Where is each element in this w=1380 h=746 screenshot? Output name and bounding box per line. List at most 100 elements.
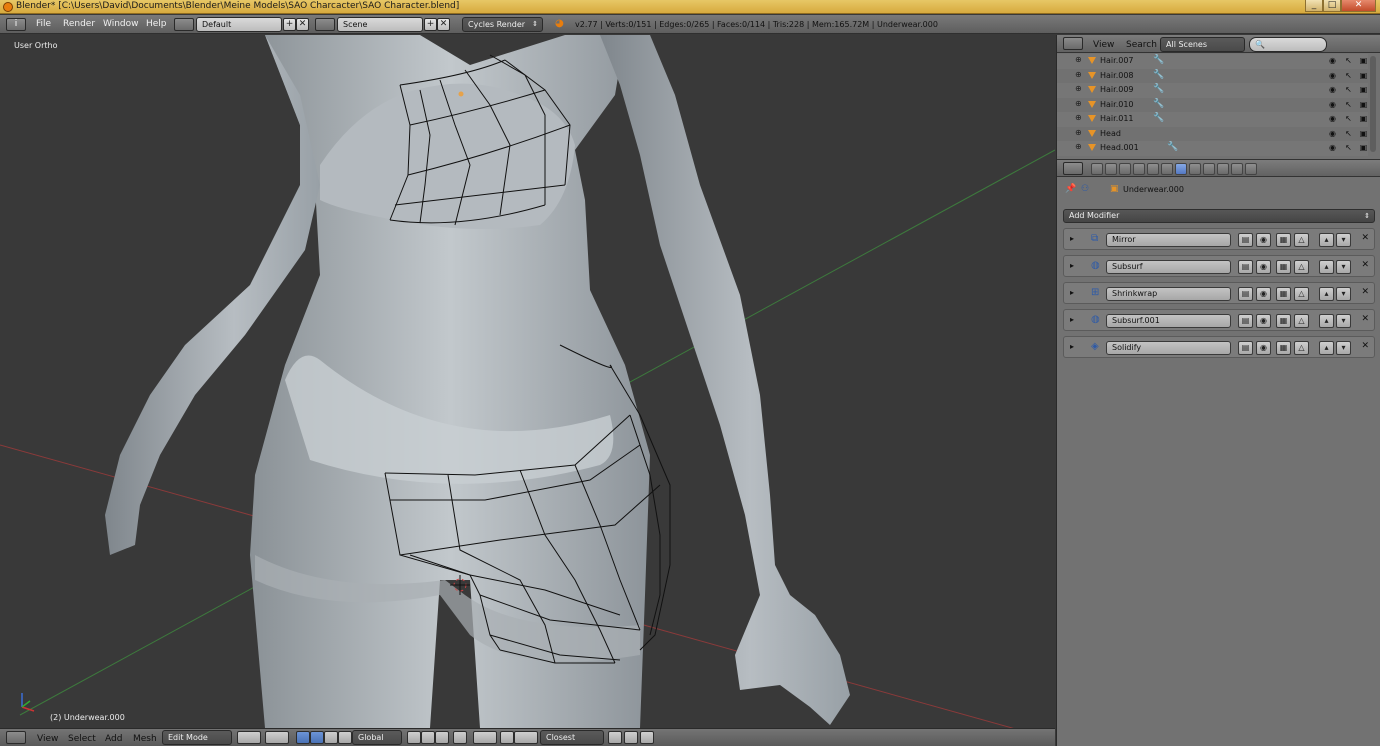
visibility-eye-icon[interactable]: ◉ bbox=[1328, 114, 1337, 123]
expand-icon[interactable]: ⊕ bbox=[1075, 84, 1082, 93]
mode-select[interactable]: Edit Mode bbox=[162, 730, 232, 745]
visibility-eye-icon[interactable]: ◉ bbox=[1328, 71, 1337, 80]
move-down-icon[interactable]: ▾ bbox=[1336, 233, 1351, 247]
outliner-row[interactable]: ⊕ Head ◉ ↖ ▣ bbox=[1057, 127, 1368, 142]
visibility-eye-icon[interactable]: ◉ bbox=[1328, 100, 1337, 109]
move-up-icon[interactable]: ▴ bbox=[1319, 260, 1334, 274]
orientation-select[interactable]: Global bbox=[352, 730, 402, 745]
close-window-button[interactable]: ✕ bbox=[1341, 0, 1376, 12]
select-arrow-icon[interactable]: ↖ bbox=[1344, 71, 1353, 80]
snap-element-button[interactable] bbox=[514, 731, 538, 744]
outliner-item-name[interactable]: Head.001 bbox=[1100, 143, 1139, 152]
render-engine-select[interactable]: Cycles Render ⇕ bbox=[462, 17, 543, 32]
render-camera-icon[interactable]: ▣ bbox=[1359, 85, 1368, 94]
vertex-select-mode[interactable] bbox=[407, 731, 421, 744]
expand-icon[interactable]: ⊕ bbox=[1075, 70, 1082, 79]
pivot-point-button[interactable] bbox=[265, 731, 289, 744]
menu-select[interactable]: Select bbox=[68, 734, 96, 744]
expand-icon[interactable]: ⊕ bbox=[1075, 142, 1082, 151]
tab-object[interactable] bbox=[1147, 163, 1159, 175]
tab-modifiers[interactable] bbox=[1175, 163, 1187, 175]
scale-manipulator[interactable] bbox=[338, 731, 352, 744]
remove-modifier-icon[interactable]: ✕ bbox=[1361, 314, 1369, 324]
add-modifier-button[interactable]: Add Modifier ⇕ bbox=[1063, 209, 1375, 223]
render-camera-icon[interactable]: ▣ bbox=[1359, 129, 1368, 138]
outliner-row[interactable]: ⊕ Hair.011 🔧 ◉ ↖ ▣ bbox=[1057, 112, 1368, 127]
menu-file[interactable]: File bbox=[36, 19, 51, 29]
menu-mesh[interactable]: Mesh bbox=[133, 734, 157, 744]
tab-scene[interactable] bbox=[1119, 163, 1131, 175]
scene-icon[interactable] bbox=[315, 18, 335, 31]
translate-manipulator[interactable] bbox=[310, 731, 324, 744]
visibility-eye-icon[interactable]: ◉ bbox=[1328, 143, 1337, 152]
modifier-name-field[interactable]: Mirror bbox=[1106, 233, 1231, 247]
outliner-display-select[interactable]: All Scenes bbox=[1160, 37, 1245, 52]
modifier-name-field[interactable]: Subsurf.001 bbox=[1106, 314, 1231, 328]
render-toggle-icon[interactable]: ▤ bbox=[1238, 287, 1253, 301]
render-toggle-icon[interactable]: ▤ bbox=[1238, 233, 1253, 247]
remove-layout-button[interactable]: ✕ bbox=[296, 18, 309, 31]
maximize-button[interactable]: □ bbox=[1323, 0, 1341, 12]
3d-viewport[interactable]: User Ortho (2) Underwear.000 bbox=[0, 35, 1055, 728]
editmode-toggle-icon[interactable]: ▦ bbox=[1276, 260, 1291, 274]
modifier-name-field[interactable]: Solidify bbox=[1106, 341, 1231, 355]
outliner-row[interactable]: ⊕ Hair.010 🔧 ◉ ↖ ▣ bbox=[1057, 98, 1368, 113]
tab-physics[interactable] bbox=[1245, 163, 1257, 175]
screen-layout-icon[interactable] bbox=[174, 18, 194, 31]
overlay-toggle[interactable] bbox=[640, 731, 654, 744]
move-down-icon[interactable]: ▾ bbox=[1336, 341, 1351, 355]
viewport-eye-icon[interactable]: ◉ bbox=[1256, 260, 1271, 274]
manipulator-toggle[interactable] bbox=[296, 731, 310, 744]
move-down-icon[interactable]: ▾ bbox=[1336, 314, 1351, 328]
outliner-item-name[interactable]: Hair.009 bbox=[1100, 85, 1134, 94]
render-toggle-icon[interactable]: ▤ bbox=[1238, 260, 1253, 274]
outliner-editor-icon[interactable] bbox=[1063, 37, 1083, 50]
select-arrow-icon[interactable]: ↖ bbox=[1344, 100, 1353, 109]
cage-toggle-icon[interactable]: △ bbox=[1294, 287, 1309, 301]
visibility-eye-icon[interactable]: ◉ bbox=[1328, 56, 1337, 65]
tab-world[interactable] bbox=[1133, 163, 1145, 175]
viewport-shading-button[interactable] bbox=[237, 731, 261, 744]
select-arrow-icon[interactable]: ↖ bbox=[1344, 143, 1353, 152]
editor-type-3d-icon[interactable] bbox=[6, 731, 26, 744]
remove-modifier-icon[interactable]: ✕ bbox=[1361, 233, 1369, 243]
expand-icon[interactable]: ⊕ bbox=[1075, 113, 1082, 122]
edge-select-mode[interactable] bbox=[421, 731, 435, 744]
outliner-scrollbar[interactable] bbox=[1370, 56, 1376, 152]
editmode-toggle-icon[interactable]: ▦ bbox=[1276, 341, 1291, 355]
rotate-manipulator[interactable] bbox=[324, 731, 338, 744]
modifier-name-field[interactable]: Subsurf bbox=[1106, 260, 1231, 274]
render-camera-icon[interactable]: ▣ bbox=[1359, 71, 1368, 80]
cage-toggle-icon[interactable]: △ bbox=[1294, 233, 1309, 247]
move-up-icon[interactable]: ▴ bbox=[1319, 287, 1334, 301]
outliner-row[interactable]: ⊕ Head.001 🔧 ◉ ↖ ▣ bbox=[1057, 141, 1368, 156]
move-up-icon[interactable]: ▴ bbox=[1319, 341, 1334, 355]
tab-particles[interactable] bbox=[1231, 163, 1243, 175]
modifier-name-field[interactable]: Shrinkwrap bbox=[1106, 287, 1231, 301]
cage-toggle-icon[interactable]: △ bbox=[1294, 260, 1309, 274]
cage-toggle-icon[interactable]: △ bbox=[1294, 314, 1309, 328]
menu-view[interactable]: View bbox=[37, 734, 58, 744]
tab-render-layers[interactable] bbox=[1105, 163, 1117, 175]
remove-scene-button[interactable]: ✕ bbox=[437, 18, 450, 31]
scene-field[interactable]: Scene bbox=[337, 17, 423, 32]
expand-triangle-icon[interactable]: ▸ bbox=[1070, 261, 1074, 270]
add-scene-button[interactable]: + bbox=[424, 18, 437, 31]
select-arrow-icon[interactable]: ↖ bbox=[1344, 85, 1353, 94]
render-camera-icon[interactable]: ▣ bbox=[1359, 56, 1368, 65]
editmode-toggle-icon[interactable]: ▦ bbox=[1276, 314, 1291, 328]
visibility-eye-icon[interactable]: ◉ bbox=[1328, 129, 1337, 138]
viewport-eye-icon[interactable]: ◉ bbox=[1256, 287, 1271, 301]
tab-constraints[interactable] bbox=[1161, 163, 1173, 175]
expand-triangle-icon[interactable]: ▸ bbox=[1070, 342, 1074, 351]
move-up-icon[interactable]: ▴ bbox=[1319, 233, 1334, 247]
pin-icon[interactable]: 📌 bbox=[1065, 184, 1076, 194]
tab-texture[interactable] bbox=[1217, 163, 1229, 175]
menu-render[interactable]: Render bbox=[63, 19, 95, 29]
screen-layout-field[interactable]: Default bbox=[196, 17, 282, 32]
tab-render[interactable] bbox=[1091, 163, 1103, 175]
editor-type-icon[interactable]: i bbox=[6, 18, 26, 31]
outliner-row[interactable]: ⊕ Hair.007 🔧 ◉ ↖ ▣ bbox=[1057, 54, 1368, 69]
move-down-icon[interactable]: ▾ bbox=[1336, 287, 1351, 301]
expand-icon[interactable]: ⊕ bbox=[1075, 99, 1082, 108]
